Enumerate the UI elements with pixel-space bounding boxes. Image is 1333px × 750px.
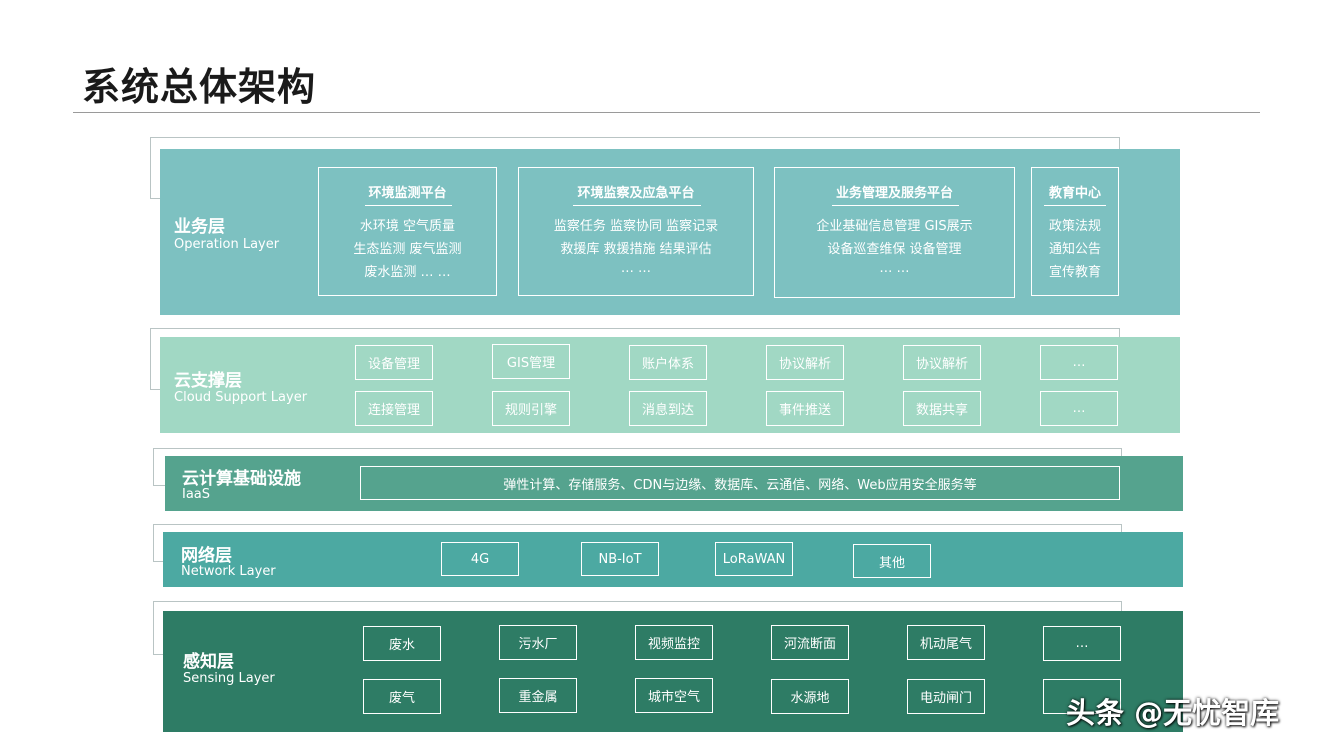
platform-title: 环境监测平台 bbox=[368, 186, 447, 201]
operation-layer-name: 业务层 bbox=[174, 217, 225, 237]
cloud-item-account-system[interactable]: 账户体系 bbox=[629, 345, 707, 380]
network-item-other[interactable]: 其他 bbox=[853, 544, 931, 578]
sensing-item-sewage-plant[interactable]: 污水厂 bbox=[499, 625, 577, 660]
cloud-item-message-arrival[interactable]: 消息到达 bbox=[629, 391, 707, 426]
platform-title: 业务管理及服务平台 bbox=[835, 186, 953, 201]
cloud-item-gis-mgmt[interactable]: GIS管理 bbox=[492, 344, 570, 379]
platform-line: 设备巡查维保 设备管理 bbox=[827, 242, 962, 257]
sensing-item-river-section[interactable]: 河流断面 bbox=[771, 625, 849, 660]
iaas-layer-name: 云计算基础设施 bbox=[182, 469, 301, 489]
operation-layer-sub: Operation Layer bbox=[174, 237, 280, 252]
sensing-item-waste-gas[interactable]: 废气 bbox=[363, 679, 441, 714]
page-title: 系统总体架构 bbox=[82, 65, 317, 109]
title-underline bbox=[365, 205, 452, 206]
platform-env-monitoring[interactable]: 环境监测平台 水环境 空气质量 生态监测 废气监测 废水监测 … … bbox=[318, 167, 497, 296]
platform-line: 生态监测 废气监测 bbox=[353, 242, 462, 257]
sensing-item-vehicle-exhaust[interactable]: 机动尾气 bbox=[907, 625, 985, 660]
network-layer: 网络层 Network Layer 4G NB-IoT LoRaWAN 其他 bbox=[163, 532, 1183, 587]
cloud-item-protocol-parse[interactable]: 协议解析 bbox=[766, 345, 844, 380]
cloud-item-protocol-parse[interactable]: 协议解析 bbox=[903, 345, 981, 380]
cloud-support-layer-name: 云支撑层 bbox=[174, 371, 242, 391]
platform-line: 救援库 救援措施 结果评估 bbox=[560, 242, 712, 257]
iaas-services-box[interactable]: 弹性计算、存储服务、CDN与边缘、数据库、云通信、网络、Web应用安全服务等 bbox=[360, 466, 1120, 500]
cloud-item-more[interactable]: … bbox=[1040, 345, 1118, 380]
platform-env-supervision[interactable]: 环境监察及应急平台 监察任务 监察协同 监察记录 救援库 救援措施 结果评估 …… bbox=[518, 167, 754, 296]
platform-title: 教育中心 bbox=[1048, 186, 1101, 201]
cloud-item-data-sharing[interactable]: 数据共享 bbox=[903, 391, 981, 426]
platform-line: 通知公告 bbox=[1048, 242, 1101, 257]
cloud-support-layer: 云支撑层 Cloud Support Layer 设备管理 GIS管理 账户体系… bbox=[160, 337, 1180, 433]
sensing-item-heavy-metal[interactable]: 重金属 bbox=[499, 678, 577, 713]
platform-line: … … bbox=[879, 261, 910, 276]
cloud-item-rule-engine[interactable]: 规则引擎 bbox=[492, 391, 570, 426]
network-layer-sub: Network Layer bbox=[181, 564, 276, 579]
network-item-nb-iot[interactable]: NB-IoT bbox=[581, 542, 659, 576]
cloud-item-event-push[interactable]: 事件推送 bbox=[766, 391, 844, 426]
platform-line: 政策法规 bbox=[1048, 219, 1101, 234]
iaas-layer-sub: IaaS bbox=[182, 487, 211, 502]
sensing-layer-sub: Sensing Layer bbox=[183, 671, 275, 686]
platform-business-service[interactable]: 业务管理及服务平台 企业基础信息管理 GIS展示 设备巡查维保 设备管理 … … bbox=[774, 167, 1015, 298]
title-underline bbox=[573, 205, 701, 206]
platform-line: 企业基础信息管理 GIS展示 bbox=[816, 219, 973, 234]
network-layer-name: 网络层 bbox=[181, 546, 232, 566]
title-underline bbox=[832, 205, 959, 206]
cloud-item-more[interactable]: … bbox=[1040, 391, 1118, 426]
sensing-item-city-air[interactable]: 城市空气 bbox=[635, 678, 713, 713]
cloud-item-connection-mgmt[interactable]: 连接管理 bbox=[355, 391, 433, 426]
network-item-4g[interactable]: 4G bbox=[441, 542, 519, 576]
platform-title: 环境监察及应急平台 bbox=[577, 186, 695, 201]
sensing-layer-name: 感知层 bbox=[183, 652, 234, 672]
network-item-lorawan[interactable]: LoRaWAN bbox=[715, 542, 793, 576]
platform-line: 水环境 空气质量 bbox=[359, 219, 456, 234]
sensing-item-wastewater[interactable]: 废水 bbox=[363, 626, 441, 661]
iaas-layer: 云计算基础设施 IaaS 弹性计算、存储服务、CDN与边缘、数据库、云通信、网络… bbox=[165, 456, 1183, 511]
sensing-item-more[interactable]: … bbox=[1043, 626, 1121, 661]
platform-line: 监察任务 监察协同 监察记录 bbox=[553, 219, 719, 234]
sensing-item-water-source[interactable]: 水源地 bbox=[771, 679, 849, 714]
platform-line: 废水监测 … … bbox=[364, 265, 451, 280]
sensing-item-electric-gate[interactable]: 电动闸门 bbox=[907, 679, 985, 714]
title-divider bbox=[73, 112, 1260, 113]
sensing-layer: 感知层 Sensing Layer 废水 污水厂 视频监控 河流断面 机动尾气 … bbox=[163, 611, 1183, 732]
operation-layer: 业务层 Operation Layer 环境监测平台 水环境 空气质量 生态监测… bbox=[160, 149, 1180, 315]
watermark: 头条 @无忧智库 bbox=[1066, 696, 1280, 730]
platform-education[interactable]: 教育中心 政策法规 通知公告 宣传教育 bbox=[1031, 167, 1119, 296]
platform-line: 宣传教育 bbox=[1048, 265, 1101, 280]
cloud-support-layer-sub: Cloud Support Layer bbox=[174, 390, 308, 405]
sensing-item-video-monitoring[interactable]: 视频监控 bbox=[635, 625, 713, 660]
title-underline bbox=[1044, 205, 1106, 206]
platform-line: … … bbox=[620, 261, 652, 276]
cloud-item-device-mgmt[interactable]: 设备管理 bbox=[355, 345, 433, 380]
